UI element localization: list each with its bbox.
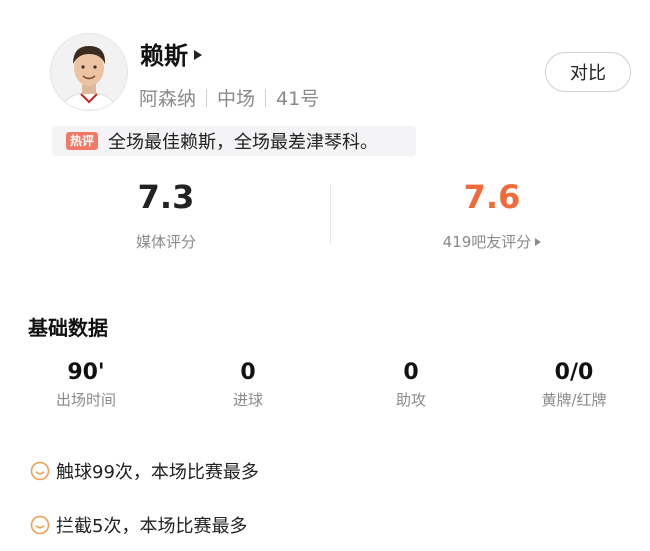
stat-minutes: 90' 出场时间 [11,360,161,410]
highlight-item: 拦截5次，本场比赛最多 [30,512,247,538]
stat-value: 90' [67,360,105,385]
highlight-text: 拦截5次，本场比赛最多 [56,516,248,537]
player-avatar[interactable] [50,33,128,111]
stat-goals: 0 进球 [173,360,323,410]
stat-value: 0 [403,360,419,385]
player-number: 41号 [276,88,320,110]
fan-rating-value: 7.6 [463,178,521,216]
player-club: 阿森纳 [139,88,197,110]
stat-value: 0 [240,360,256,385]
player-position: 中场 [217,88,256,110]
stat-label: 黄牌/红牌 [541,391,607,409]
highlight-text: 触球99次，本场比赛最多 [56,462,259,483]
stat-label: 进球 [232,391,263,409]
compare-button[interactable]: 对比 [545,52,631,92]
stat-label: 助攻 [395,391,426,409]
stat-assists: 0 助攻 [336,360,486,410]
player-name: 赖斯 [140,42,188,70]
fan-rating-link[interactable]: 419吧友评分 [392,231,592,252]
stat-value: 0/0 [554,360,594,385]
highlight-item: 触球99次，本场比赛最多 [30,458,259,484]
stat-label: 出场时间 [55,391,116,409]
arrow-right-icon [194,50,202,60]
player-photo [51,34,127,110]
media-rating-label-text: 媒体评分 [135,233,196,251]
stat-cards: 0/0 黄牌/红牌 [499,360,649,410]
media-rating-label: 媒体评分 [66,231,266,252]
media-rating-value: 7.3 [137,178,195,216]
section-title-basic-stats: 基础数据 [28,316,108,340]
meta-divider [206,88,208,107]
hot-comment[interactable]: 热评 全场最佳赖斯，全场最差津琴科。 [52,126,416,156]
fan-rating-label-text: 419吧友评分 [442,233,532,251]
hot-comment-text: 全场最佳赖斯，全场最差津琴科。 [108,132,379,153]
player-meta: 阿森纳 中场 41号 [139,84,319,111]
ratings-divider [330,184,331,244]
smile-icon [30,461,50,481]
arrow-right-icon [535,237,542,246]
hot-comment-badge: 热评 [66,132,99,150]
player-name-link[interactable]: 赖斯 [140,36,202,71]
smile-icon [30,515,50,535]
meta-divider [265,88,267,107]
